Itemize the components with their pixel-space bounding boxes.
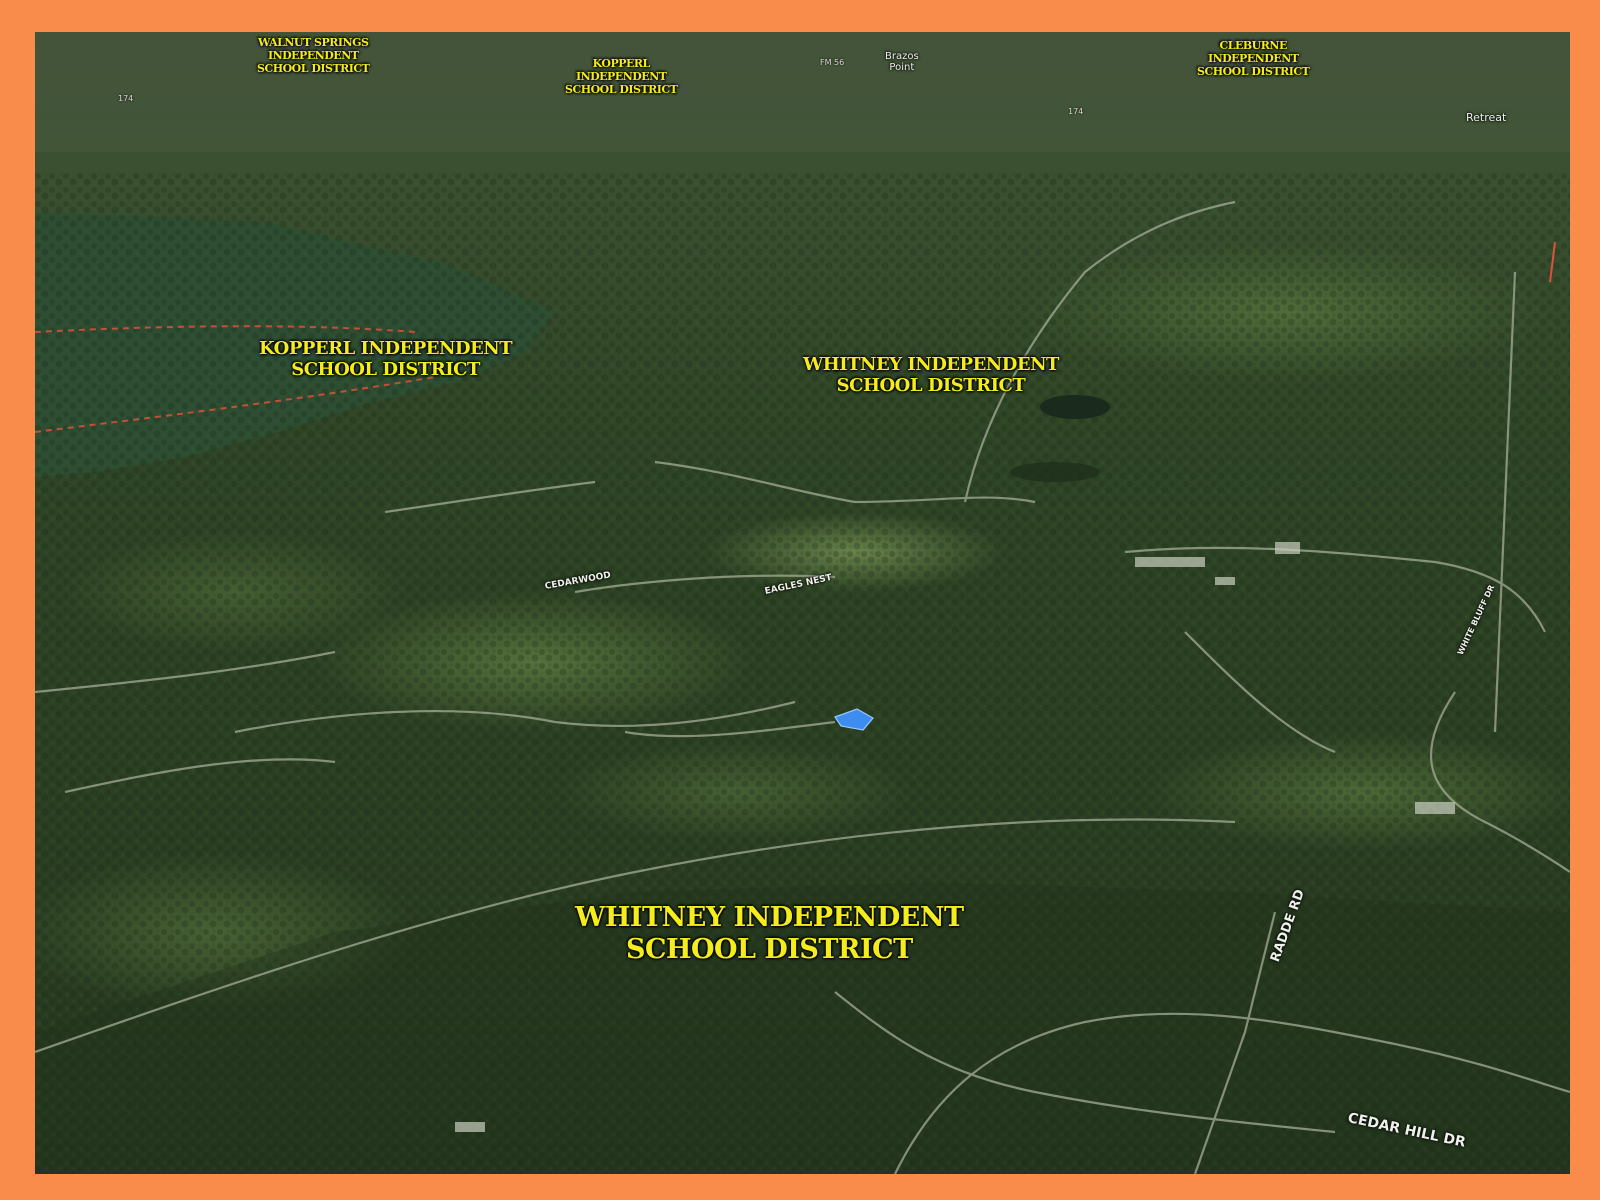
- district-line: INDEPENDENT: [1207, 51, 1299, 65]
- district-line: KOPPERL INDEPENDENT: [259, 338, 513, 359]
- place-line: Point: [889, 61, 915, 73]
- district-line: SCHOOL DISTRICT: [1197, 64, 1310, 78]
- district-label-cleburne: CLEBURNE INDEPENDENT SCHOOL DISTRICT: [1197, 39, 1310, 79]
- place-label-brazos-point: Brazos Point: [885, 51, 919, 73]
- highway-label-174: 174: [1068, 107, 1084, 116]
- aerial-map[interactable]: WALNUT SPRINGS INDEPENDENT SCHOOL DISTRI…: [35, 32, 1570, 1174]
- district-line: SCHOOL DISTRICT: [836, 375, 1026, 397]
- highway-label-174: 174: [118, 94, 134, 103]
- district-label-kopperl-top: KOPPERL INDEPENDENT SCHOOL DISTRICT: [565, 57, 678, 97]
- aerial-terrain: [35, 32, 1570, 1174]
- district-label-whitney-main: WHITNEY INDEPENDENT SCHOOL DISTRICT: [575, 902, 964, 966]
- district-line: SCHOOL DISTRICT: [565, 82, 678, 96]
- district-line: WHITNEY INDEPENDENT: [803, 354, 1059, 375]
- map-frame: WALNUT SPRINGS INDEPENDENT SCHOOL DISTRI…: [0, 0, 1600, 1200]
- district-line: SCHOOL DISTRICT: [291, 359, 480, 381]
- district-line: WHITNEY INDEPENDENT: [575, 902, 964, 933]
- place-label-retreat: Retreat: [1466, 112, 1506, 124]
- place-line: Retreat: [1466, 111, 1507, 124]
- district-line: SCHOOL DISTRICT: [257, 61, 370, 75]
- district-line: INDEPENDENT: [267, 48, 359, 62]
- district-line: INDEPENDENT: [575, 69, 667, 83]
- district-line: SCHOOL DISTRICT: [625, 933, 913, 965]
- district-label-kopperl-mid: KOPPERL INDEPENDENT SCHOOL DISTRICT: [259, 338, 513, 381]
- place-line: Brazos: [885, 51, 919, 62]
- district-label-walnut-springs: WALNUT SPRINGS INDEPENDENT SCHOOL DISTRI…: [257, 36, 370, 76]
- highway-label-fm56: FM 56: [820, 58, 845, 67]
- district-label-whitney-mid: WHITNEY INDEPENDENT SCHOOL DISTRICT: [803, 354, 1059, 396]
